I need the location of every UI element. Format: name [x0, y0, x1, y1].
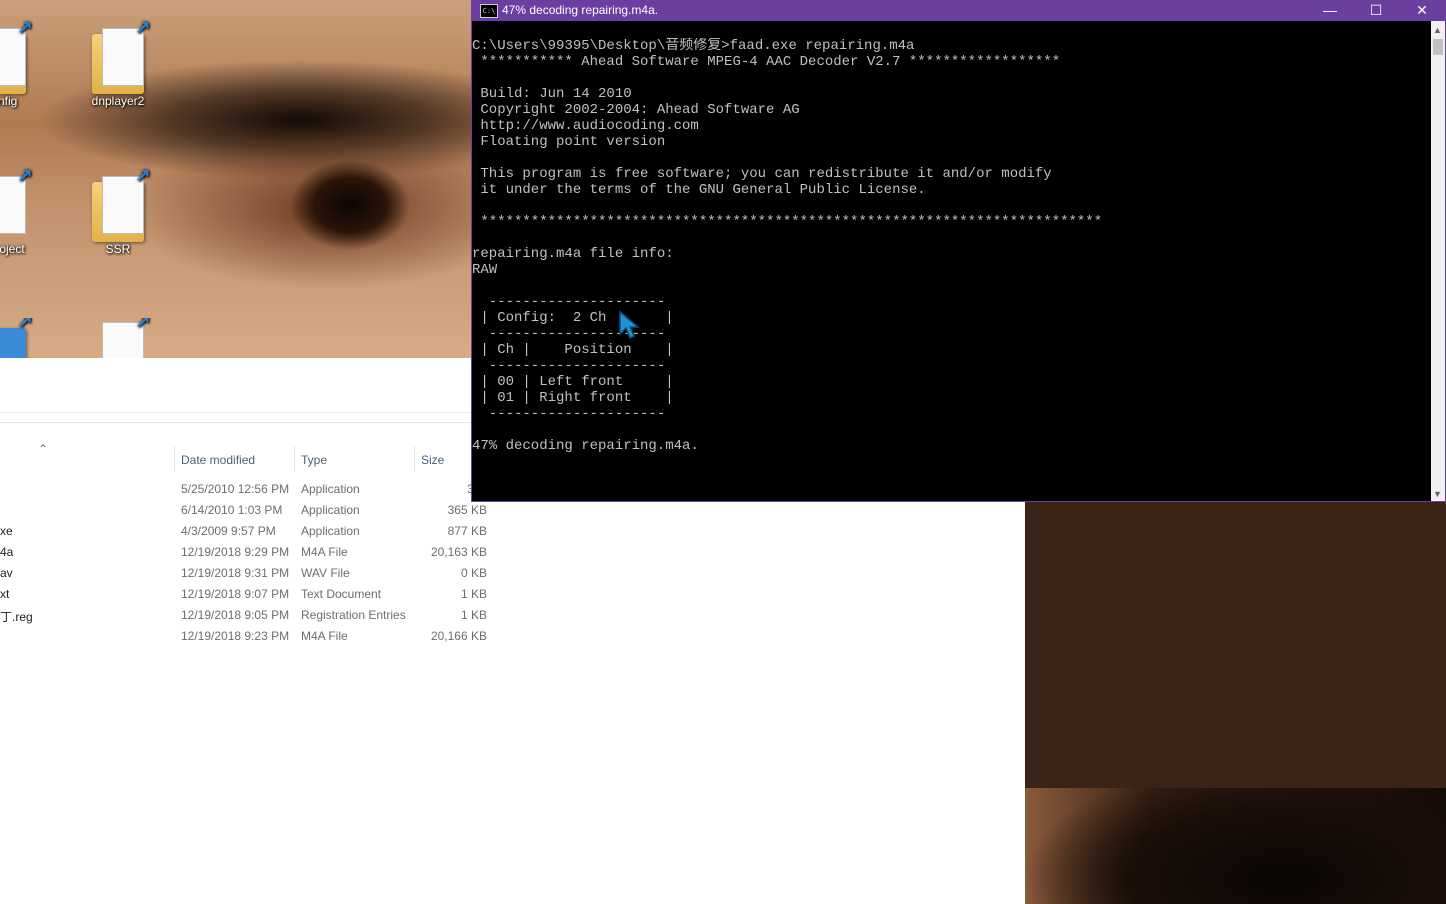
column-header-type[interactable]: Type — [301, 453, 327, 467]
file-type: Application — [301, 482, 360, 496]
desktop-icon-config[interactable]: ↗ Config — [0, 18, 45, 108]
file-row[interactable]: xt 12/19/2018 9:07 PM Text Document 1 KB — [0, 584, 500, 605]
folder-icon: ↗ — [0, 18, 33, 94]
command-prompt-icon: C:\ — [480, 4, 498, 18]
folder-icon: ↗ — [88, 166, 151, 242]
file-date: 12/19/2018 9:07 PM — [181, 587, 290, 601]
file-row[interactable]: 12/19/2018 9:23 PM M4A File 20,166 KB — [0, 626, 500, 647]
desktop-icon-ssr[interactable]: ↗ SSR — [73, 166, 163, 256]
file-type: M4A File — [301, 545, 348, 559]
explorer-toolbar — [0, 358, 472, 413]
file-size: 1 KB — [460, 587, 487, 601]
desktop-icon-label: SSR — [105, 242, 131, 256]
file-date: 4/3/2009 9:57 PM — [181, 524, 276, 538]
console-window[interactable]: C:\ 47% decoding repairing.m4a. — ☐ ✕ C:… — [471, 0, 1446, 502]
column-divider[interactable] — [174, 446, 175, 472]
file-row[interactable]: 5/25/2010 12:56 PM Application 391 — [0, 479, 500, 500]
desktop-icon-label: dnplayer2 — [91, 94, 145, 108]
file-name: 丁.reg — [0, 610, 33, 624]
column-divider[interactable] — [294, 446, 295, 472]
file-size: 1 KB — [460, 608, 487, 622]
close-button[interactable]: ✕ — [1399, 1, 1445, 21]
file-type: Application — [301, 503, 360, 517]
file-date: 12/19/2018 9:31 PM — [181, 566, 290, 580]
file-type: Registration Entries — [301, 608, 406, 622]
file-size: 20,163 KB — [430, 545, 487, 559]
file-date: 5/25/2010 12:56 PM — [181, 482, 290, 496]
file-name: xe — [0, 524, 13, 538]
console-titlebar[interactable]: C:\ 47% decoding repairing.m4a. — ☐ ✕ — [472, 1, 1445, 21]
file-date: 12/19/2018 9:23 PM — [181, 629, 290, 643]
desktop-wallpaper-corner — [1025, 788, 1446, 904]
desktop-icon-label: D Project — [0, 242, 25, 256]
scroll-up-icon[interactable]: ▲ — [1433, 25, 1442, 35]
file-type: Text Document — [301, 587, 382, 601]
file-row[interactable]: av 12/19/2018 9:31 PM WAV File 0 KB — [0, 563, 500, 584]
file-name: av — [0, 566, 13, 580]
file-row[interactable]: xe 4/3/2009 9:57 PM Application 877 KB — [0, 521, 500, 542]
file-type: Application — [301, 524, 360, 538]
file-date: 12/19/2018 9:29 PM — [181, 545, 290, 559]
desktop-icon-project[interactable]: ↗ D Project — [0, 166, 45, 256]
file-row[interactable]: 4a 12/19/2018 9:29 PM M4A File 20,163 KB — [0, 542, 500, 563]
sort-ascending-icon[interactable]: ⌃ — [38, 442, 48, 456]
file-row[interactable]: 丁.reg 12/19/2018 9:05 PM Registration En… — [0, 605, 500, 626]
column-divider[interactable] — [414, 446, 415, 472]
column-header-date[interactable]: Date modified — [181, 453, 255, 467]
minimize-button[interactable]: — — [1307, 1, 1353, 21]
desktop-icon-label: Config — [0, 94, 18, 108]
file-type: WAV File — [301, 566, 350, 580]
file-date: 12/19/2018 9:05 PM — [181, 608, 290, 622]
file-type: M4A File — [301, 629, 348, 643]
file-size: 877 KB — [447, 524, 487, 538]
scroll-thumb[interactable] — [1433, 39, 1443, 55]
file-date: 6/14/2010 1:03 PM — [181, 503, 283, 517]
file-name: xt — [0, 587, 10, 601]
file-size: 365 KB — [447, 503, 487, 517]
file-icon: ↗ — [88, 318, 151, 358]
file-size: 0 KB — [460, 566, 487, 580]
divider — [0, 422, 472, 423]
app-icon: ↗ — [0, 318, 33, 358]
file-icon: ↗ — [0, 166, 33, 242]
file-row[interactable]: 6/14/2010 1:03 PM Application 365 KB — [0, 500, 500, 521]
desktop-icon-partial-right[interactable]: ↗ — [73, 318, 163, 358]
console-scrollbar[interactable]: ▲ ▼ — [1431, 21, 1445, 501]
column-header-size[interactable]: Size — [421, 453, 444, 467]
desktop-icon-partial-left[interactable]: ↗ — [0, 318, 45, 358]
folder-icon: ↗ — [88, 18, 151, 94]
maximize-button[interactable]: ☐ — [1353, 1, 1399, 21]
file-name: 4a — [0, 545, 14, 559]
console-title: 47% decoding repairing.m4a. — [502, 3, 659, 17]
desktop-icon-dnplayer2[interactable]: ↗ dnplayer2 — [73, 18, 163, 108]
file-size: 20,166 KB — [430, 629, 487, 643]
desktop-wallpaper — [0, 0, 472, 358]
scroll-down-icon[interactable]: ▼ — [1433, 489, 1442, 499]
console-output[interactable]: C:\Users\99395\Desktop\音频修复>faad.exe rep… — [472, 38, 1430, 498]
